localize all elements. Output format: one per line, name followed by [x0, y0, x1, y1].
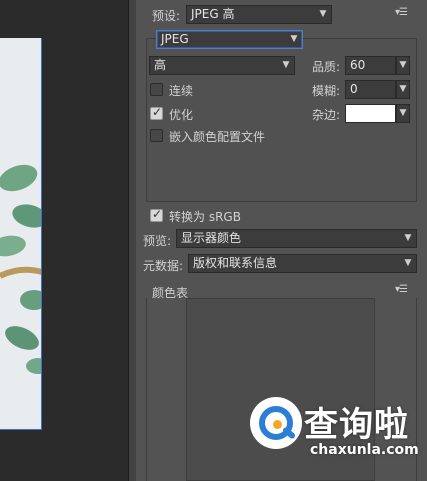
blur-label: 模糊:: [312, 84, 341, 98]
preset-select[interactable]: JPEG 高 ▼: [186, 5, 332, 24]
checkmark-icon: ✓: [152, 105, 163, 119]
quality-input[interactable]: 60: [345, 56, 396, 75]
optimized-checkbox[interactable]: ✓: [150, 105, 163, 120]
preview-value: 显示器颜色: [181, 231, 242, 245]
chevron-down-icon: ▼: [399, 108, 407, 118]
chevron-down-icon: ▼: [399, 84, 407, 94]
convert-srgb-checkbox[interactable]: ✓: [150, 207, 163, 222]
format-select[interactable]: JPEG ▼: [156, 30, 303, 49]
preview-label: 预览:: [143, 234, 172, 248]
embed-profile-label: 嵌入颜色配置文件: [169, 130, 266, 144]
plant-illustration: [0, 164, 41, 374]
quality-value: 60: [350, 58, 366, 72]
preview-select[interactable]: 显示器颜色 ▼: [176, 229, 417, 248]
image-preview-canvas[interactable]: [0, 38, 42, 430]
checkmark-icon: ✓: [152, 207, 163, 221]
chevron-down-icon: ▼: [319, 9, 327, 19]
blur-stepper[interactable]: ▼: [396, 80, 410, 99]
panel-divider[interactable]: [129, 0, 136, 481]
preset-label: 预设:: [152, 9, 181, 23]
metadata-value: 版权和联系信息: [193, 256, 278, 270]
optimized-label: 优化: [169, 108, 194, 122]
preset-value: JPEG 高: [191, 7, 235, 21]
blur-value: 0: [350, 82, 358, 96]
panel-menu-icon[interactable]: ▾☰: [395, 7, 408, 18]
blur-input[interactable]: 0: [345, 80, 396, 99]
watermark-title: 查询啦: [304, 405, 409, 445]
chevron-down-icon: ▼: [404, 258, 412, 268]
matte-color-swatch[interactable]: [345, 104, 396, 123]
watermark-domain: chaxunla.com: [310, 442, 419, 458]
matte-label: 杂边:: [312, 108, 341, 122]
progressive-checkbox[interactable]: [150, 83, 163, 96]
quality-stepper[interactable]: ▼: [396, 56, 410, 75]
format-value: JPEG: [161, 32, 189, 46]
image-preview-panel: [0, 0, 129, 481]
chevron-down-icon: ▼: [399, 60, 407, 70]
convert-srgb-label: 转换为 sRGB: [169, 210, 241, 224]
matte-dropdown[interactable]: ▼: [396, 104, 410, 123]
chevron-down-icon: ▼: [404, 233, 412, 243]
watermark-logo: 查询啦 chaxunla.com: [240, 385, 427, 481]
color-table-label: 颜色表: [152, 286, 189, 300]
quality-label: 品质:: [312, 60, 341, 74]
quality-preset-select[interactable]: 高 ▼: [149, 56, 295, 75]
chevron-down-icon: ▼: [282, 60, 290, 70]
metadata-select[interactable]: 版权和联系信息 ▼: [188, 254, 417, 273]
quality-preset-value: 高: [154, 58, 167, 72]
logo-dot: [273, 420, 282, 429]
embed-profile-checkbox[interactable]: [150, 129, 163, 142]
progressive-label: 连续: [169, 84, 194, 98]
panel-menu-icon[interactable]: ▾☰: [395, 284, 408, 295]
chevron-down-icon: ▼: [290, 34, 298, 44]
metadata-label: 元数据:: [143, 259, 184, 273]
